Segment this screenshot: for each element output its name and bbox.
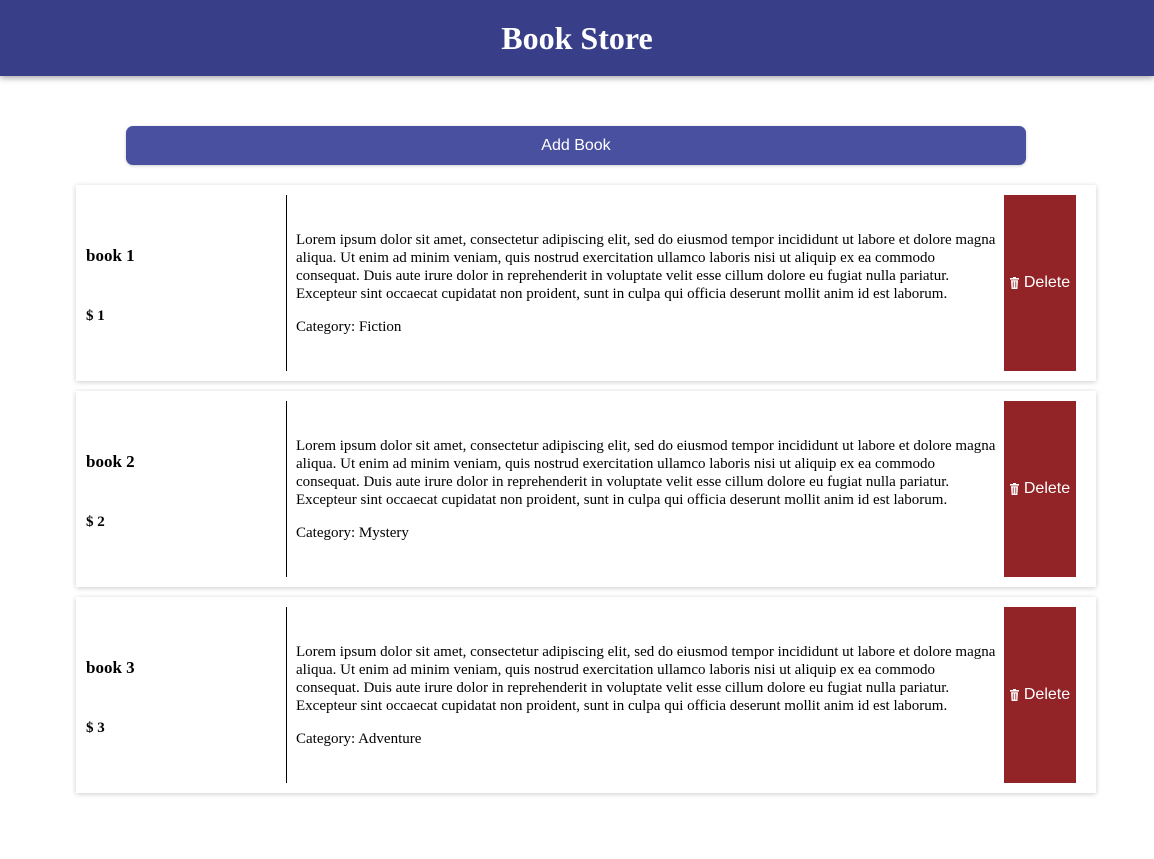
book-meta: book 2 $ 2 [86,401,287,577]
book-description: Lorem ipsum dolor sit amet, consectetur … [296,643,996,714]
delete-label: Delete [1023,480,1071,497]
book-meta: book 1 $ 1 [86,195,287,371]
book-details: Lorem ipsum dolor sit amet, consectetur … [287,607,1004,783]
book-category: Category: Mystery [296,524,409,541]
delete-label: Delete [1023,686,1071,703]
book-title: book 3 [86,657,135,677]
book-list: book 1 $ 1 Lorem ipsum dolor sit amet, c… [76,185,1096,803]
delete-button[interactable]: Delete [1004,607,1076,783]
delete-button[interactable]: Delete [1004,401,1076,577]
book-price: $ 2 [86,513,105,530]
delete-label: Delete [1023,274,1071,291]
trash-icon [1009,689,1019,701]
book-card: book 3 $ 3 Lorem ipsum dolor sit amet, c… [76,597,1096,793]
book-description: Lorem ipsum dolor sit amet, consectetur … [296,437,996,508]
book-price: $ 3 [86,719,105,736]
book-details: Lorem ipsum dolor sit amet, consectetur … [287,195,1004,371]
delete-button[interactable]: Delete [1004,195,1076,371]
book-card: book 2 $ 2 Lorem ipsum dolor sit amet, c… [76,391,1096,587]
add-book-button[interactable]: Add Book [126,126,1026,165]
book-description: Lorem ipsum dolor sit amet, consectetur … [296,231,996,302]
book-title: book 2 [86,451,135,471]
book-details: Lorem ipsum dolor sit amet, consectetur … [287,401,1004,577]
book-title: book 1 [86,245,135,265]
book-category: Category: Adventure [296,730,422,747]
book-category: Category: Fiction [296,318,402,335]
page-title: Book Store [501,19,653,56]
book-meta: book 3 $ 3 [86,607,287,783]
book-price: $ 1 [86,307,105,324]
app-header: Book Store [0,0,1154,76]
trash-icon [1009,483,1019,495]
trash-icon [1009,277,1019,289]
book-card: book 1 $ 1 Lorem ipsum dolor sit amet, c… [76,185,1096,381]
